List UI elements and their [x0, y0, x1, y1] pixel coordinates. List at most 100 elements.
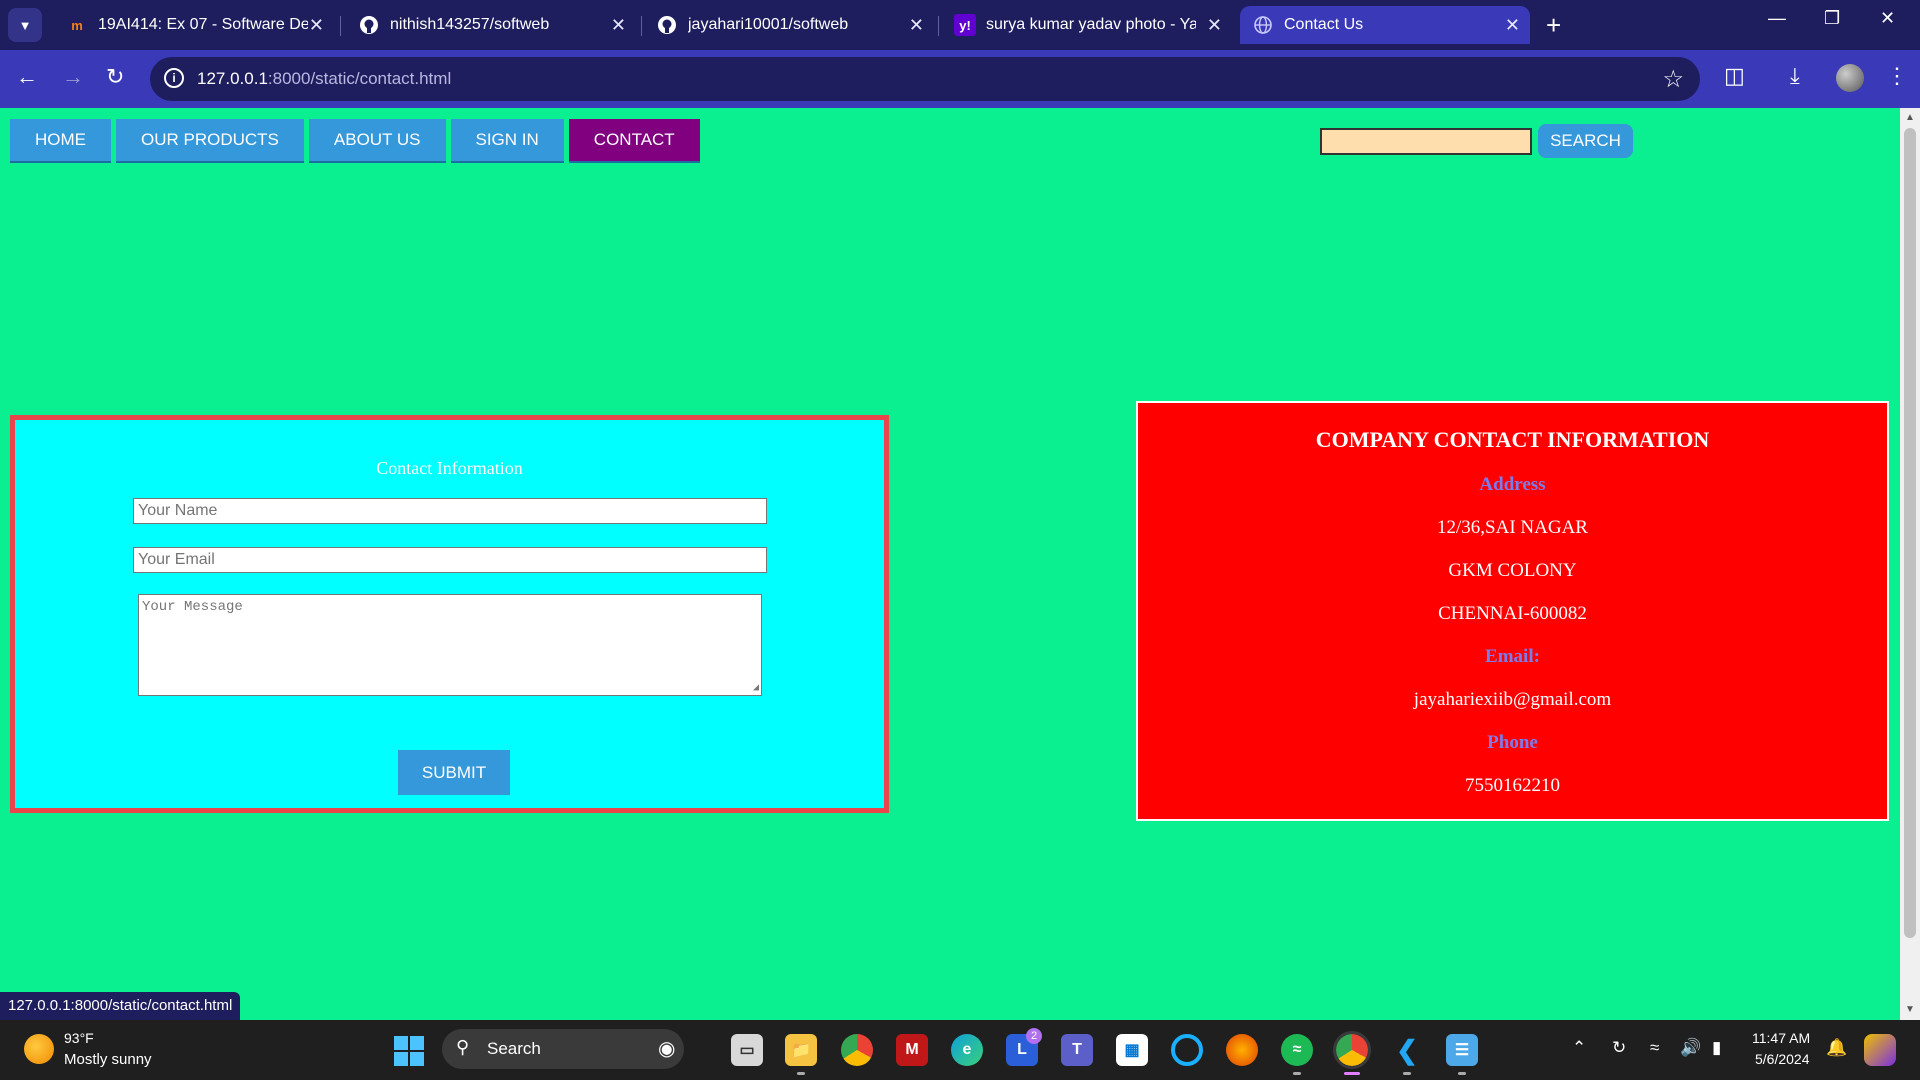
main-nav: HOME OUR PRODUCTS ABOUT US SIGN IN CONTA…	[10, 119, 705, 163]
address-bar[interactable]: i 127.0.0.1:8000/static/contact.html ☆	[150, 57, 1700, 101]
volume-icon[interactable]: 🔊	[1680, 1038, 1701, 1058]
wifi-icon[interactable]: ≈	[1650, 1038, 1659, 1058]
start-button[interactable]	[394, 1036, 424, 1066]
browser-tab[interactable]: jayahari10001/softweb ✕	[644, 6, 934, 44]
nav-our-products[interactable]: OUR PRODUCTS	[116, 119, 304, 163]
scroll-up-icon[interactable]: ▲	[1905, 112, 1915, 123]
url-host: 127.0.0.1	[197, 69, 268, 88]
address-label: Address	[1479, 474, 1546, 495]
contact-form-title: Contact Information	[376, 458, 523, 478]
bookmark-star-icon[interactable]: ☆	[1662, 65, 1684, 94]
clock-date[interactable]: 5/6/2024	[1755, 1051, 1810, 1067]
tab-title: Contact Us	[1284, 16, 1364, 33]
cortana-icon[interactable]	[1171, 1034, 1203, 1066]
submit-button[interactable]: SUBMIT	[398, 750, 510, 795]
scrollbar-thumb[interactable]	[1904, 128, 1916, 938]
task-view-icon[interactable]: ▭	[731, 1034, 763, 1066]
browser-tab[interactable]: m 19AI414: Ex 07 - Software Devel ✕	[54, 6, 334, 44]
github-icon	[656, 14, 678, 36]
browser-tab[interactable]: nithish143257/softweb ✕	[346, 6, 636, 44]
running-indicator	[1293, 1072, 1301, 1075]
minimize-icon[interactable]: —	[1768, 8, 1786, 29]
chrome-icon[interactable]	[841, 1034, 873, 1066]
url-path: :8000/static/contact.html	[267, 69, 452, 88]
resize-grip-icon[interactable]: ◢	[753, 682, 759, 694]
notepad-icon[interactable]: ☰	[1446, 1034, 1478, 1066]
address-line: CHENNAI-600082	[1438, 603, 1587, 624]
menu-icon[interactable]: ⋮	[1886, 63, 1908, 89]
tab-separator	[641, 16, 642, 36]
close-icon[interactable]: ✕	[611, 15, 626, 36]
battery-icon[interactable]: ▮	[1712, 1038, 1721, 1058]
windows-logo-pane	[410, 1036, 424, 1050]
close-icon[interactable]: ✕	[1207, 15, 1222, 36]
nav-home[interactable]: HOME	[10, 119, 111, 163]
site-info-icon[interactable]: i	[164, 68, 184, 88]
file-explorer-icon[interactable]: 📁	[785, 1034, 817, 1066]
show-hidden-icons[interactable]: ⌃	[1572, 1038, 1586, 1058]
edge-icon[interactable]: e	[951, 1034, 983, 1066]
extensions-icon[interactable]: ◫	[1724, 63, 1745, 89]
notification-bell-icon[interactable]: 🔔	[1826, 1038, 1847, 1058]
nav-about-us[interactable]: ABOUT US	[308, 119, 446, 163]
taskbar-search[interactable]: ⚲ Search ◉	[442, 1029, 684, 1069]
globe-icon	[1252, 14, 1274, 36]
weather-temp[interactable]: 93°F	[64, 1030, 94, 1046]
browser-tab[interactable]: y! surya kumar yadav photo - Yahoo ✕	[942, 6, 1232, 44]
vscode-icon[interactable]: ❮	[1391, 1034, 1423, 1066]
status-url: 127.0.0.1:8000/static/contact.html	[0, 992, 241, 1020]
firefox-icon[interactable]	[1226, 1034, 1258, 1066]
address-line: GKM COLONY	[1448, 560, 1577, 581]
taskbar-search-label: Search	[487, 1039, 541, 1058]
search-button[interactable]: SEARCH	[1538, 124, 1633, 158]
github-icon	[358, 14, 380, 36]
scroll-down-icon[interactable]: ▼	[1905, 1004, 1915, 1015]
reload-icon[interactable]: ↻	[106, 64, 124, 90]
teams-icon[interactable]: T	[1061, 1034, 1093, 1066]
tab-separator	[340, 16, 341, 36]
weather-icon[interactable]	[24, 1034, 54, 1064]
windows-logo-pane	[394, 1036, 408, 1050]
sync-icon[interactable]: ↻	[1612, 1038, 1626, 1058]
nav-contact[interactable]: CONTACT	[568, 119, 700, 163]
search-input[interactable]	[1320, 128, 1532, 155]
browser-toolbar: ← → ↻ i 127.0.0.1:8000/static/contact.ht…	[0, 50, 1920, 108]
spotify-icon[interactable]: ≈	[1281, 1034, 1313, 1066]
copilot-icon[interactable]	[1864, 1034, 1896, 1066]
profile-avatar[interactable]	[1836, 64, 1864, 92]
download-icon[interactable]: ⤓	[1790, 63, 1800, 89]
running-indicator	[1403, 1072, 1411, 1075]
search-highlight-icon: ◉	[658, 1038, 676, 1060]
close-icon[interactable]: ✕	[1505, 15, 1520, 36]
notification-badge: 2	[1026, 1028, 1042, 1044]
clock-time[interactable]: 11:47 AM	[1752, 1030, 1810, 1046]
search-icon: ⚲	[456, 1037, 470, 1057]
email-field[interactable]: Your Email	[133, 547, 767, 573]
nav-sign-in[interactable]: SIGN IN	[450, 119, 564, 163]
company-phone: 7550162210	[1465, 775, 1560, 796]
moodle-icon: m	[71, 17, 83, 33]
tab-separator	[938, 16, 939, 36]
restore-icon[interactable]: ❐	[1824, 8, 1840, 29]
chrome-active-icon[interactable]	[1333, 1031, 1371, 1069]
tab-title: 19AI414: Ex 07 - Software Devel	[98, 16, 308, 33]
back-icon[interactable]: ←	[16, 64, 38, 90]
contact-form: Contact Information Your Name Your Email…	[10, 415, 889, 813]
close-icon[interactable]: ✕	[309, 15, 324, 36]
windows-logo-pane	[410, 1052, 424, 1066]
microsoft-store-icon[interactable]: ▦	[1116, 1034, 1148, 1066]
page-scrollbar[interactable]: ▲ ▼	[1900, 108, 1920, 1020]
browser-tab-active[interactable]: Contact Us ✕	[1240, 6, 1530, 44]
close-window-icon[interactable]: ✕	[1880, 8, 1895, 29]
close-icon[interactable]: ✕	[909, 15, 924, 36]
forward-icon[interactable]: →	[62, 64, 84, 90]
new-tab-button[interactable]: +	[1546, 10, 1561, 41]
email-label: Email:	[1485, 646, 1540, 667]
message-textarea[interactable]: Your Message ◢	[138, 594, 762, 696]
windows-logo-pane	[394, 1052, 408, 1066]
tab-search-button[interactable]: ▼	[8, 8, 42, 42]
weather-desc[interactable]: Mostly sunny	[64, 1051, 152, 1068]
mcafee-icon[interactable]: M	[896, 1034, 928, 1066]
name-field[interactable]: Your Name	[133, 498, 767, 524]
url-text[interactable]: 127.0.0.1:8000/static/contact.html	[197, 69, 451, 89]
